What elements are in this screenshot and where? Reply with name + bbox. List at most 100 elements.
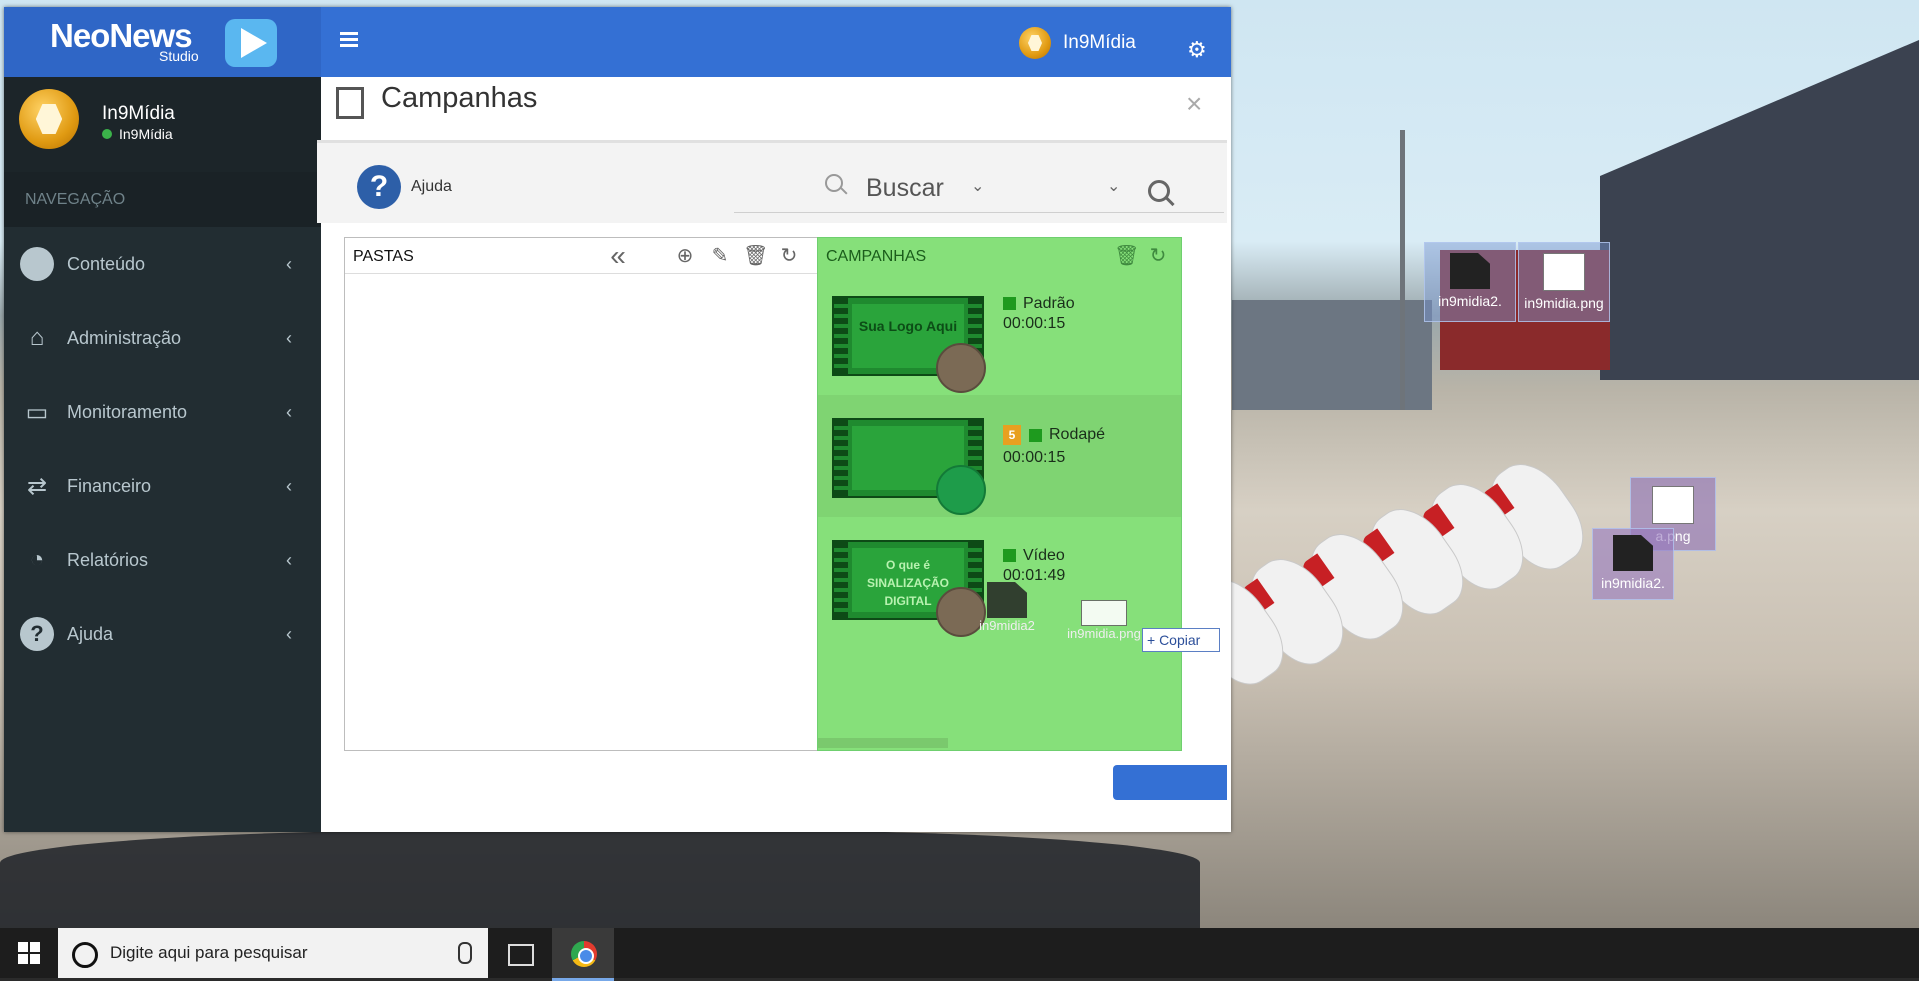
campaign-duration: 00:00:15 (1003, 449, 1066, 466)
desktop-icon-file[interactable]: in9midia2. (1592, 528, 1674, 600)
chevron-down-icon[interactable]: ⌄ (971, 176, 984, 196)
sidebar-user-status: In9Mídia (102, 126, 173, 142)
page-title: Campanhas (381, 82, 538, 114)
wallpaper-building (1600, 40, 1919, 380)
list-item[interactable]: Sua Logo Aqui Padrão 00:00:15 (818, 273, 1181, 395)
desktop-icon-label: in9midia2. (1438, 293, 1502, 309)
audio-file-icon (1450, 253, 1490, 289)
microphone-icon[interactable] (458, 942, 472, 964)
play-circle-icon (19, 246, 55, 282)
horizontal-scrollbar[interactable] (818, 738, 948, 748)
chevron-left-icon: ‹ (286, 253, 292, 274)
chrome-icon (571, 941, 597, 967)
search-input[interactable]: Buscar (866, 174, 944, 203)
status-square-icon (1029, 428, 1042, 442)
close-icon[interactable]: × (1186, 88, 1202, 120)
folders-panel: PASTAS « ⊕ ✎ 🗑 ↻ (344, 237, 819, 751)
save-button[interactable] (1113, 765, 1227, 800)
audio-file-icon (1613, 535, 1653, 571)
drag-file-label: in9midia2 (979, 618, 1035, 633)
campaign-name-label: Padrão (1023, 295, 1075, 312)
chevron-left-icon: ‹ (286, 475, 292, 496)
add-circle-icon[interactable]: ⊕ (674, 245, 696, 267)
desktop-icon-label: in9midia.png (1524, 295, 1604, 311)
search-icon (825, 174, 843, 192)
hamburger-menu-icon[interactable] (340, 32, 358, 47)
chevron-down-icon[interactable]: ⌄ (1107, 176, 1120, 196)
sidebar-item-conteudo[interactable]: Conteúdo ‹ (4, 227, 321, 301)
help-label[interactable]: Ajuda (411, 178, 452, 196)
nav-header-label: NAVEGAÇÃO (25, 191, 126, 208)
brand-logo[interactable]: NeoNews Studio (4, 7, 321, 77)
sidebar-item-label: Ajuda (67, 623, 114, 644)
sidebar-item-monitoramento[interactable]: ▭ Monitoramento ‹ (4, 375, 321, 449)
sidebar: In9Mídia In9Mídia NAVEGAÇÃO Conteúdo ‹ ⌂… (4, 77, 321, 832)
sidebar-item-label: Financeiro (67, 475, 152, 496)
sidebar-user-status-label: In9Mídia (119, 126, 173, 142)
sidebar-item-financeiro[interactable]: ⇄ Financeiro ‹ (4, 449, 321, 523)
taskbar-search-input[interactable]: Digite aqui para pesquisar (110, 943, 308, 963)
question-circle-icon: ? (19, 616, 55, 652)
chevron-left-icon: ‹ (286, 623, 292, 644)
chevron-left-icon: ‹ (286, 549, 292, 570)
top-navbar: NeoNews Studio In9Mídia ⚙ (4, 7, 1231, 77)
task-view-icon[interactable] (508, 944, 534, 966)
user-menu[interactable]: In9Mídia (1019, 25, 1136, 61)
desktop-icon-file[interactable]: in9midia.png (1518, 242, 1610, 322)
collapse-double-chevron-icon[interactable]: « (607, 242, 629, 270)
help-button[interactable]: ? (357, 165, 401, 209)
copy-tooltip: + Copiar (1142, 628, 1220, 652)
taskbar-chrome-button[interactable] (552, 928, 614, 981)
cortana-circle-icon (72, 942, 98, 968)
campaign-name-label: Rodapé (1049, 426, 1106, 444)
image-file-icon (1543, 253, 1585, 291)
taskbar: Digite aqui para pesquisar (0, 928, 1919, 981)
taskbar-search[interactable]: Digite aqui para pesquisar (58, 928, 488, 978)
chevron-left-icon: ‹ (286, 401, 292, 422)
sidebar-user-panel: In9Mídia In9Mídia (4, 77, 321, 172)
sidebar-user-name: In9Mídia (102, 103, 175, 124)
sidebar-item-administracao[interactable]: ⌂ Administração ‹ (4, 301, 321, 375)
status-square-icon (1003, 297, 1016, 311)
status-square-icon (1003, 549, 1016, 563)
wallpaper-lamp (1400, 130, 1405, 410)
pie-chart-icon: ◔ (29, 546, 45, 573)
campaign-name: 5 Rodapé (1003, 425, 1105, 445)
sidebar-menu: Conteúdo ‹ ⌂ Administração ‹ ▭ Monitoram… (4, 227, 321, 671)
trash-icon[interactable]: 🗑 (743, 245, 768, 267)
campaign-duration: 00:00:15 (1003, 315, 1066, 332)
campaign-name: Padrão (1003, 295, 1075, 313)
film-icon (336, 87, 364, 119)
windows-start-icon[interactable] (18, 942, 40, 964)
campaigns-panel: CAMPANHAS 🗑 ↻ Sua Logo Aqui Padrão 00:00… (817, 237, 1182, 751)
image-file-icon (1652, 486, 1694, 524)
drag-ghost-file: in9midia.png (1060, 600, 1148, 641)
html5-icon: 5 (1003, 425, 1021, 445)
refresh-icon[interactable]: ↻ (778, 245, 800, 267)
campaigns-title: CAMPANHAS (826, 248, 927, 265)
monitor-type-icon (936, 465, 986, 515)
image-type-icon (936, 343, 986, 393)
search-button[interactable] (1148, 180, 1170, 202)
trash-icon[interactable]: 🗑 (1114, 245, 1139, 267)
exchange-icon: ⇄ (26, 472, 48, 500)
monitor-icon: ▭ (25, 398, 49, 426)
campaigns-header: CAMPANHAS 🗑 ↻ (818, 238, 1181, 273)
sidebar-item-label: Relatórios (67, 549, 149, 570)
avatar (19, 89, 79, 149)
avatar (1019, 27, 1051, 59)
logo-subtitle: Studio (159, 48, 199, 64)
refresh-icon[interactable]: ↻ (1147, 245, 1169, 267)
campaign-name: Vídeo (1003, 547, 1065, 565)
desktop-icon-file[interactable]: in9midia2. (1424, 242, 1516, 322)
sidebar-item-relatorios[interactable]: ◔ Relatórios ‹ (4, 523, 321, 597)
settings-gear-icon[interactable]: ⚙ (1187, 37, 1207, 63)
sidebar-item-ajuda[interactable]: ? Ajuda ‹ (4, 597, 321, 671)
sidebar-item-label: Monitoramento (67, 401, 188, 422)
list-item[interactable]: 5 Rodapé 00:00:15 (818, 395, 1181, 517)
image-file-icon (1081, 600, 1127, 626)
edit-icon[interactable]: ✎ (709, 245, 731, 267)
folders-title: PASTAS (353, 248, 414, 265)
sidebar-item-label: Conteúdo (67, 253, 146, 274)
audio-file-icon (987, 582, 1027, 618)
